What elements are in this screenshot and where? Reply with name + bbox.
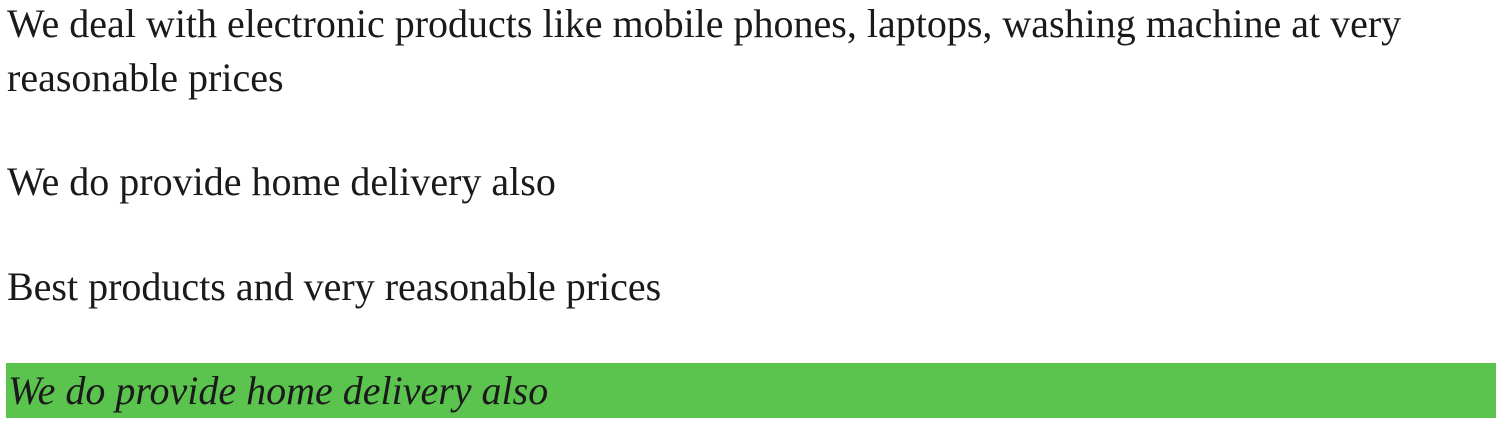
highlighted-delivery-paragraph: We do provide home delivery also [6, 363, 1496, 418]
intro-paragraph: We deal with electronic products like mo… [7, 1, 1402, 100]
delivery-paragraph: We do provide home delivery also [7, 159, 556, 204]
prices-paragraph: Best products and very reasonable prices [7, 264, 662, 309]
